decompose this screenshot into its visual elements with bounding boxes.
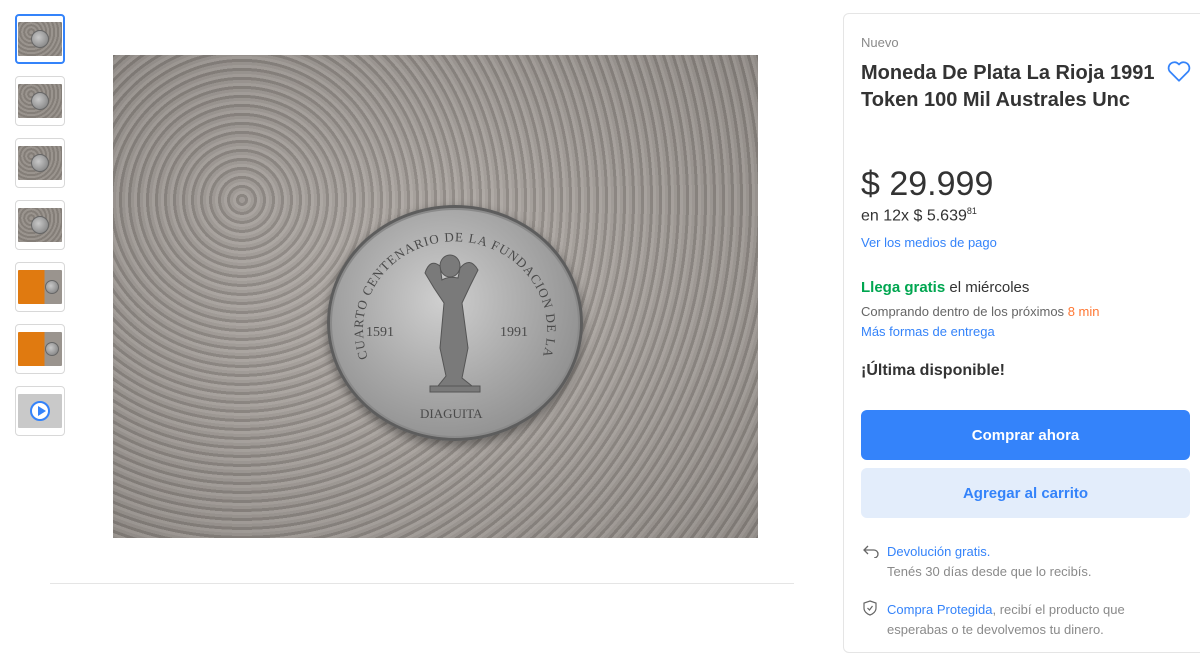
thumbnail-3[interactable] (15, 138, 65, 188)
price: $ 29.999 (861, 165, 994, 203)
coin-image: CUARTO CENTENARIO DE LA FUNDACION DE LA … (327, 205, 583, 441)
protected-purchase-link[interactable]: Compra Protegida (887, 602, 993, 617)
return-icon (863, 545, 879, 558)
shipping-info: Llega gratis el miércoles (861, 279, 1029, 296)
heart-icon[interactable] (1166, 58, 1192, 84)
coin-thumbnail-image (18, 84, 62, 118)
buy-now-button[interactable]: Comprar ahora (861, 410, 1190, 460)
coin-thumbnail-image (18, 146, 62, 180)
thumbnail-4[interactable] (15, 200, 65, 250)
installments-cents: 81 (966, 206, 977, 216)
coin-thumbnail-image (18, 270, 62, 304)
coin-year-right: 1991 (500, 325, 528, 340)
return-detail: Tenés 30 días desde que lo recibís. (887, 564, 1092, 579)
purchase-protection: Compra Protegida, recibí el producto que… (887, 600, 1177, 640)
countdown-prefix: Comprando dentro de los próximos (861, 304, 1065, 319)
thumbnail-video[interactable] (15, 386, 65, 436)
coin-engraving: CUARTO CENTENARIO DE LA FUNDACION DE LA … (330, 208, 558, 421)
shipping-day: el miércoles (949, 279, 1030, 296)
divider (50, 583, 794, 584)
coin-thumbnail-image (18, 22, 62, 56)
thumbnail-gallery (15, 14, 67, 448)
countdown-value: 8 min (1067, 304, 1100, 319)
main-product-image[interactable]: CUARTO CENTENARIO DE LA FUNDACION DE LA … (113, 55, 758, 538)
coin-thumbnail-image (18, 332, 62, 366)
add-to-cart-button[interactable]: Agregar al carrito (861, 468, 1190, 518)
figure-engraving (424, 254, 481, 393)
more-shipping-options-link[interactable]: Más formas de entrega (861, 324, 995, 339)
thumbnail-2[interactable] (15, 76, 65, 126)
buy-box: Nuevo Moneda De Plata La Rioja 1991 Toke… (843, 13, 1200, 653)
installments: en 12x $ 5.63981 (861, 206, 977, 225)
stock-label: ¡Última disponible! (861, 362, 1005, 379)
thumbnail-6[interactable] (15, 324, 65, 374)
shipping-countdown: Comprando dentro de los próximos 8 min (861, 304, 1099, 319)
coin-thumbnail-image (18, 208, 62, 242)
play-icon (30, 401, 50, 421)
installments-amount: en 12x $ 5.639 (861, 207, 967, 225)
product-title: Moneda De Plata La Rioja 1991 Token 100 … (861, 62, 1155, 111)
thumbnail-1[interactable] (15, 14, 65, 64)
free-return-link[interactable]: Devolución gratis. (887, 544, 990, 559)
video-thumbnail (18, 394, 62, 428)
free-shipping-label: Llega gratis (861, 279, 946, 296)
shield-icon (863, 600, 877, 616)
payment-methods-link[interactable]: Ver los medios de pago (861, 235, 997, 250)
coin-year-left: 1591 (366, 325, 394, 340)
coin-bottom-text: DIAGUITA (420, 406, 483, 421)
thumbnail-5[interactable] (15, 262, 65, 312)
condition-label: Nuevo (861, 35, 899, 50)
